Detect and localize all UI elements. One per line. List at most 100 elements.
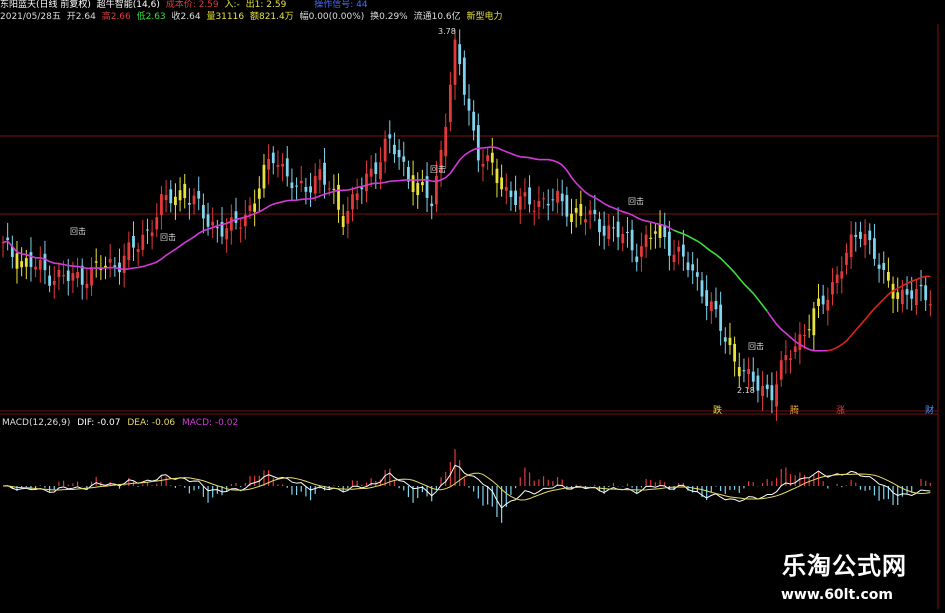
- candle-body: [695, 272, 699, 277]
- candle-body: [840, 271, 844, 279]
- candle-body: [66, 270, 70, 281]
- candle-body: [654, 231, 657, 234]
- candle-body: [57, 269, 61, 277]
- amount-text: 额821.4万: [249, 12, 294, 22]
- candle-body: [626, 231, 629, 233]
- marker-2: 涨: [836, 405, 845, 416]
- candle-body: [197, 190, 201, 199]
- candle-body: [747, 369, 750, 375]
- candle-body: [859, 231, 862, 239]
- candle-body: [313, 176, 317, 194]
- candle-body: [700, 280, 704, 297]
- callback-label-4: 回击: [748, 341, 764, 351]
- candle-body: [430, 203, 434, 207]
- candle-body: [681, 244, 685, 257]
- candle-body: [52, 280, 56, 285]
- low-price-label: 2.18: [737, 386, 755, 395]
- cost-label: 成本价: 2.59: [165, 0, 219, 10]
- candle-body: [215, 227, 219, 229]
- candle-body: [355, 193, 359, 200]
- candle-body: [146, 229, 149, 231]
- open-text: 开2.64: [66, 12, 96, 22]
- candle-body: [295, 185, 298, 187]
- candle-body: [337, 184, 340, 210]
- candle-body: [211, 221, 215, 226]
- candle-body: [458, 44, 462, 65]
- candle-body: [486, 155, 490, 162]
- candle-body: [393, 144, 396, 155]
- candle-body: [570, 213, 573, 222]
- candle-body: [383, 138, 387, 162]
- candle-body: [234, 211, 238, 223]
- candle-body: [122, 255, 126, 273]
- candle-body: [476, 125, 480, 161]
- marker-3: 财: [925, 404, 934, 416]
- candle-body: [579, 204, 583, 217]
- candle-body: [812, 308, 816, 336]
- candle-body: [127, 242, 131, 261]
- watermark-url: www.60lt.com: [780, 587, 893, 603]
- candle-body: [551, 199, 555, 201]
- candle-body: [150, 232, 154, 237]
- candle-body: [863, 233, 867, 246]
- candle-body: [532, 210, 536, 212]
- candle-body: [640, 246, 643, 257]
- macd-value-label: MACD: -0.02: [182, 418, 239, 428]
- candle-body: [448, 84, 452, 122]
- candle-body: [141, 234, 145, 250]
- concept-text[interactable]: 新型电力: [467, 12, 503, 22]
- candle-body: [896, 292, 900, 299]
- candle-body: [509, 190, 513, 198]
- candle-body: [118, 262, 121, 273]
- candle-body: [914, 289, 918, 306]
- candle-body: [327, 188, 331, 190]
- candle-body: [71, 273, 75, 281]
- candle-body: [271, 152, 275, 164]
- stock-name[interactable]: 东阳蓝天(日线 前复权): [0, 0, 91, 10]
- candle-body: [472, 111, 476, 131]
- chart-stage: 3.78 2.18 回击 回击 回击 回击 回击跌腾涨财 东阳蓝天(日线 前复权) 超牛智能…: [0, 0, 945, 609]
- candle-body: [38, 259, 42, 270]
- candle-body: [691, 264, 695, 271]
- candle-body: [770, 385, 774, 401]
- candle-body: [290, 182, 294, 189]
- watermark-title: 乐淘公式网: [782, 552, 907, 580]
- candle-body: [43, 253, 47, 271]
- candle-body: [85, 283, 89, 289]
- candle-body: [672, 254, 676, 262]
- marker-0: 跌: [713, 405, 722, 416]
- candle-body: [500, 177, 504, 190]
- candle-body: [719, 304, 723, 331]
- candle-body: [900, 289, 904, 305]
- indicator-name[interactable]: 超牛智能(14,6): [97, 0, 160, 10]
- candle-body: [309, 186, 312, 193]
- candle-body: [462, 57, 466, 95]
- candle-body: [239, 227, 243, 229]
- candle-body: [369, 168, 373, 177]
- candle-body: [845, 252, 848, 265]
- candle-body: [15, 253, 19, 269]
- candle-body: [751, 371, 755, 382]
- header-row-1: 东阳蓝天(日线 前复权) 超牛智能(14,6) 成本价: 2.59 入:- 出1…: [0, 0, 371, 11]
- candle-body: [136, 249, 140, 252]
- candle-body: [481, 164, 485, 167]
- macd-label[interactable]: MACD(12,26,9): [2, 418, 70, 428]
- candle-body: [164, 195, 168, 201]
- candle-body: [229, 217, 233, 231]
- candle-body: [402, 156, 406, 162]
- candle-body: [416, 182, 420, 196]
- candle-body: [733, 343, 737, 362]
- candle-body: [155, 217, 159, 230]
- candle-body: [318, 169, 322, 181]
- callback-label-3: 回击: [628, 196, 644, 206]
- candle-body: [588, 210, 592, 215]
- candle-body: [518, 196, 522, 210]
- candle-body: [831, 282, 834, 295]
- candle-body: [248, 205, 252, 212]
- candle-body: [281, 163, 284, 167]
- chart-svg: 3.782.18回击回击回击回击回击跌腾涨财: [0, 24, 939, 609]
- candle-body: [821, 295, 825, 305]
- candle-body: [887, 271, 890, 281]
- header-row-2: 2021/05/28五 开2.64 高2.66 低2.63 收2.64 量311…: [0, 12, 506, 23]
- candle-body: [108, 259, 112, 263]
